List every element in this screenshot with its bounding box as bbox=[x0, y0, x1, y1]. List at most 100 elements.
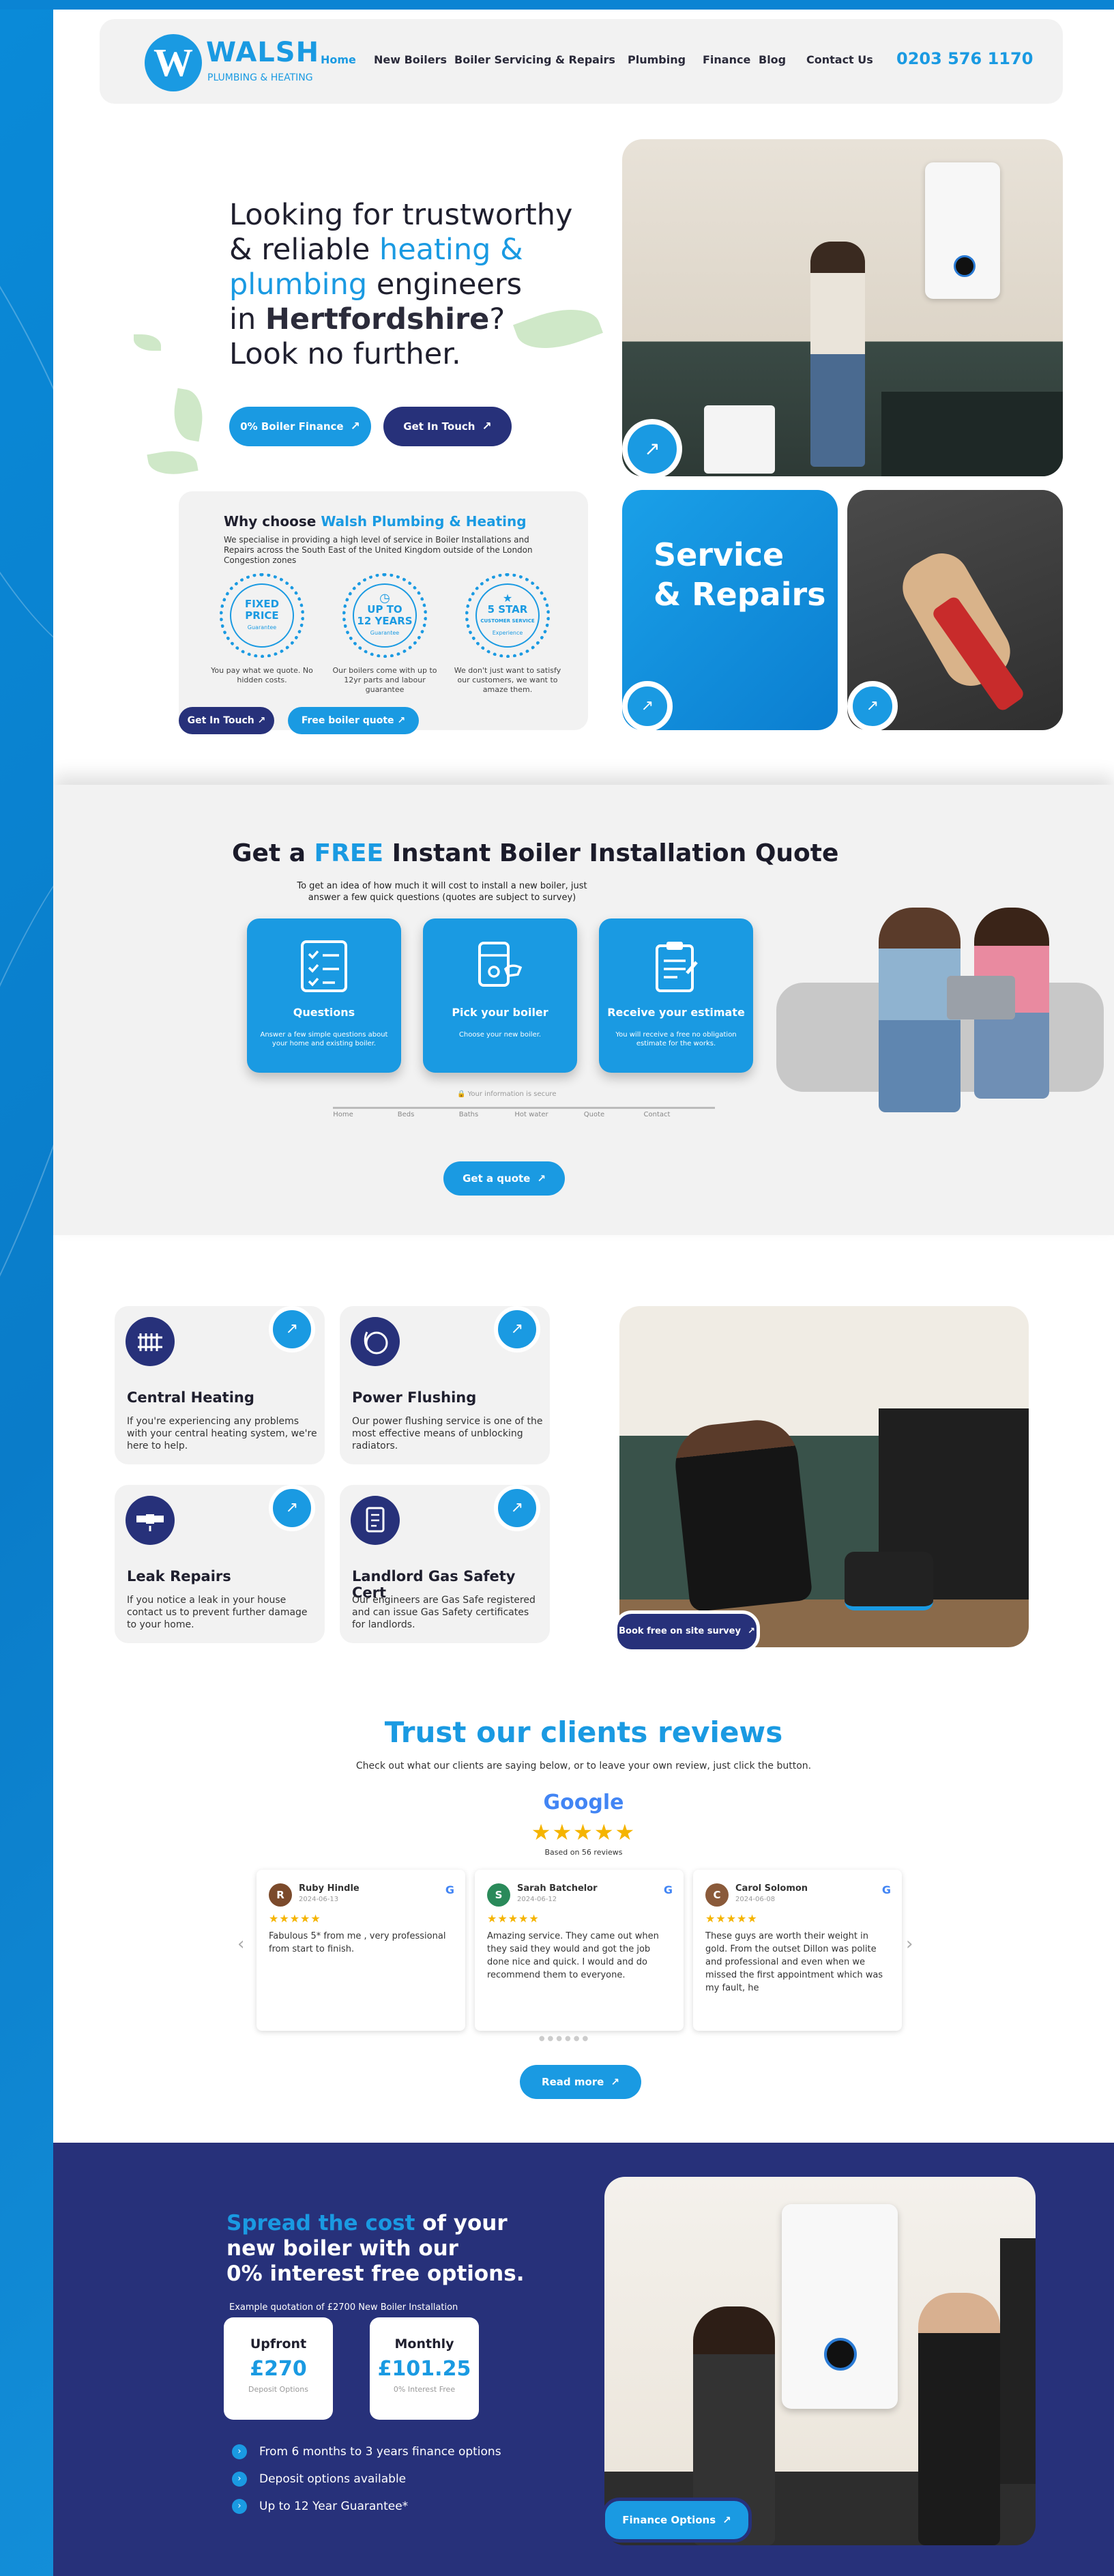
arrow-icon: ↗ bbox=[482, 420, 492, 433]
quote-title: Get a FREE Instant Boiler Installation Q… bbox=[232, 839, 839, 867]
arrow-icon: ↗ bbox=[747, 1626, 755, 1636]
chevron-right-icon: › bbox=[232, 2499, 247, 2514]
cabinet bbox=[881, 392, 1063, 476]
service-tile-arrow-button[interactable]: ↗ bbox=[622, 681, 673, 732]
finance-example: Example quotation of £2700 New Boiler In… bbox=[229, 2302, 458, 2313]
review-card: S Sarah Batchelor 2024-06-12 G ★★★★★ Ama… bbox=[475, 1870, 684, 2031]
hero-heading: Looking for trustworthy & reliable heati… bbox=[229, 198, 573, 371]
engineer-figure bbox=[918, 2293, 1000, 2545]
guarantee-badge: ◷ UP TO 12 YEARS Guarantee bbox=[342, 573, 427, 658]
radiator bbox=[1000, 2238, 1036, 2484]
why-get-in-touch-button[interactable]: Get In Touch ↗ bbox=[179, 707, 274, 734]
google-rating-stars: ★★★★★ bbox=[531, 1819, 636, 1845]
finance-heading: Spread the cost of your new boiler with … bbox=[226, 2211, 525, 2286]
leaf-decoration bbox=[147, 446, 199, 479]
logo-tagline: PLUMBING & HEATING bbox=[207, 72, 313, 83]
fixed-price-badge: FIXED PRICE Guarantee bbox=[220, 573, 304, 658]
nav-new-boilers[interactable]: New Boilers bbox=[374, 53, 447, 66]
get-in-touch-button[interactable]: Get In Touch ↗ bbox=[383, 407, 512, 446]
get-a-quote-button[interactable]: Get a quote ↗ bbox=[443, 1161, 565, 1196]
clipboard-icon bbox=[656, 942, 698, 992]
nav-boiler-servicing[interactable]: Boiler Servicing & Repairs bbox=[454, 53, 615, 66]
tools-tile-arrow-button[interactable]: ↗ bbox=[847, 681, 898, 732]
upfront-box: Upfront £270 Deposit Options bbox=[224, 2317, 333, 2420]
book-survey-button[interactable]: Book free on site survey ↗ bbox=[614, 1610, 760, 1653]
google-icon: G bbox=[445, 1883, 454, 1896]
badge-caption: You pay what we quote. No hidden costs. bbox=[211, 666, 313, 684]
arrow-icon[interactable]: ↗ bbox=[494, 1306, 540, 1352]
finance-options-button[interactable]: Finance Options ↗ bbox=[602, 2498, 752, 2543]
arrow-icon[interactable]: ↗ bbox=[269, 1306, 315, 1352]
review-card: C Carol Solomon 2024-06-08 G ★★★★★ These… bbox=[693, 1870, 902, 2031]
carousel-dots[interactable]: ●●●●●● bbox=[531, 2035, 599, 2042]
google-icon: G bbox=[881, 1883, 891, 1896]
finance-bullet: › From 6 months to 3 years finance option… bbox=[232, 2444, 501, 2459]
arrow-icon: ↗ bbox=[722, 2514, 731, 2526]
nav-plumbing[interactable]: Plumbing bbox=[628, 53, 686, 66]
monthly-box: Monthly £101.25 0% Interest Free bbox=[370, 2317, 479, 2420]
review-count: Based on 56 reviews bbox=[544, 1848, 623, 1857]
boiler-consultation-photo bbox=[604, 2177, 1036, 2545]
arrow-icon: ↗ bbox=[611, 2076, 619, 2088]
service-card-gas-safety[interactable]: ↗ Landlord Gas Safety Cert Our engineers… bbox=[340, 1485, 550, 1643]
carousel-prev-icon[interactable]: ‹ bbox=[237, 1934, 244, 1954]
certificate-icon bbox=[351, 1496, 400, 1545]
pipe-leak-icon bbox=[126, 1496, 175, 1545]
arrow-icon[interactable]: ↗ bbox=[269, 1485, 315, 1531]
boiler-dial bbox=[824, 2338, 857, 2371]
nav-blog[interactable]: Blog bbox=[759, 53, 786, 66]
hero-tile-arrow-button[interactable]: ↗ bbox=[622, 419, 682, 479]
step-questions-card[interactable]: Questions Answer a few simple questions … bbox=[247, 918, 401, 1073]
arrow-icon: ↗ bbox=[397, 715, 406, 726]
engineer-measuring-photo bbox=[619, 1306, 1029, 1647]
progress-step: Beds bbox=[397, 1111, 415, 1118]
nav-contact[interactable]: Contact Us bbox=[806, 53, 873, 66]
nav-finance[interactable]: Finance bbox=[703, 53, 750, 66]
radiator-icon bbox=[126, 1317, 175, 1366]
nav-home[interactable]: Home bbox=[321, 53, 356, 66]
service-card-power-flushing[interactable]: ↗ Power Flushing Our power flushing serv… bbox=[340, 1306, 550, 1464]
progress-track bbox=[333, 1107, 715, 1109]
boiler-dial bbox=[954, 255, 976, 277]
top-accent-bar bbox=[0, 0, 1114, 10]
phone-number[interactable]: 0203 576 1170 bbox=[896, 49, 1033, 68]
secure-note: 🔒 Your information is secure bbox=[457, 1090, 557, 1098]
chevron-right-icon: › bbox=[232, 2444, 247, 2459]
finance-bullet: › Up to 12 Year Guarantee* bbox=[232, 2499, 408, 2514]
arrow-icon[interactable]: ↗ bbox=[494, 1485, 540, 1531]
quote-subtitle: To get an idea of how much it will cost … bbox=[297, 881, 587, 903]
leaf-decoration bbox=[134, 334, 161, 351]
clock-icon: ◷ bbox=[379, 591, 390, 605]
logo-mark[interactable]: W bbox=[145, 34, 202, 91]
arrow-icon: ↗ bbox=[641, 697, 654, 714]
service-tile-title: Service & Repairs bbox=[654, 536, 826, 613]
couple-sofa-photo bbox=[776, 894, 1104, 1140]
badge-caption: We don't just want to satisfy our custom… bbox=[454, 666, 561, 694]
logo-name[interactable]: WALSH bbox=[206, 37, 319, 68]
flush-icon bbox=[351, 1317, 400, 1366]
arrow-icon: ↗ bbox=[866, 697, 879, 714]
progress-step: Hot water bbox=[514, 1111, 548, 1118]
review-card: R Ruby Hindle 2024-06-13 G ★★★★★ Fabulou… bbox=[256, 1870, 465, 2031]
why-choose-card: Why choose Walsh Plumbing & Heating We s… bbox=[179, 491, 588, 734]
step-estimate-card[interactable]: Receive your estimate You will receive a… bbox=[599, 918, 753, 1073]
boiler-finance-button[interactable]: 0% Boiler Finance ↗ bbox=[229, 407, 371, 446]
washing-machine bbox=[704, 405, 775, 474]
page-container: W WALSH PLUMBING & HEATING Home New Boil… bbox=[53, 10, 1114, 2576]
arrow-icon: ↗ bbox=[537, 1172, 546, 1185]
carousel-next-icon[interactable]: › bbox=[906, 1934, 913, 1954]
progress-step: Baths bbox=[458, 1111, 479, 1118]
service-card-leak-repairs[interactable]: ↗ Leak Repairs If you notice a leak in y… bbox=[115, 1485, 325, 1643]
progress-step: Contact bbox=[643, 1111, 671, 1118]
reviews-subtitle: Check out what our clients are saying be… bbox=[355, 1761, 812, 1771]
finance-section: Spread the cost of your new boiler with … bbox=[53, 2143, 1114, 2576]
step-pick-boiler-card[interactable]: Pick your boiler Choose your new boiler. bbox=[423, 918, 577, 1073]
free-boiler-quote-button[interactable]: Free boiler quote ↗ bbox=[288, 707, 419, 734]
read-more-button[interactable]: Read more ↗ bbox=[520, 2065, 641, 2099]
why-text: We specialise in providing a high level … bbox=[224, 535, 533, 565]
service-card-central-heating[interactable]: ↗ Central Heating If you're experiencing… bbox=[115, 1306, 325, 1464]
progress-step: Quote bbox=[583, 1111, 605, 1118]
boiler-image bbox=[782, 2204, 898, 2409]
arrow-icon: ↗ bbox=[644, 437, 660, 460]
boiler-image bbox=[925, 162, 1000, 299]
